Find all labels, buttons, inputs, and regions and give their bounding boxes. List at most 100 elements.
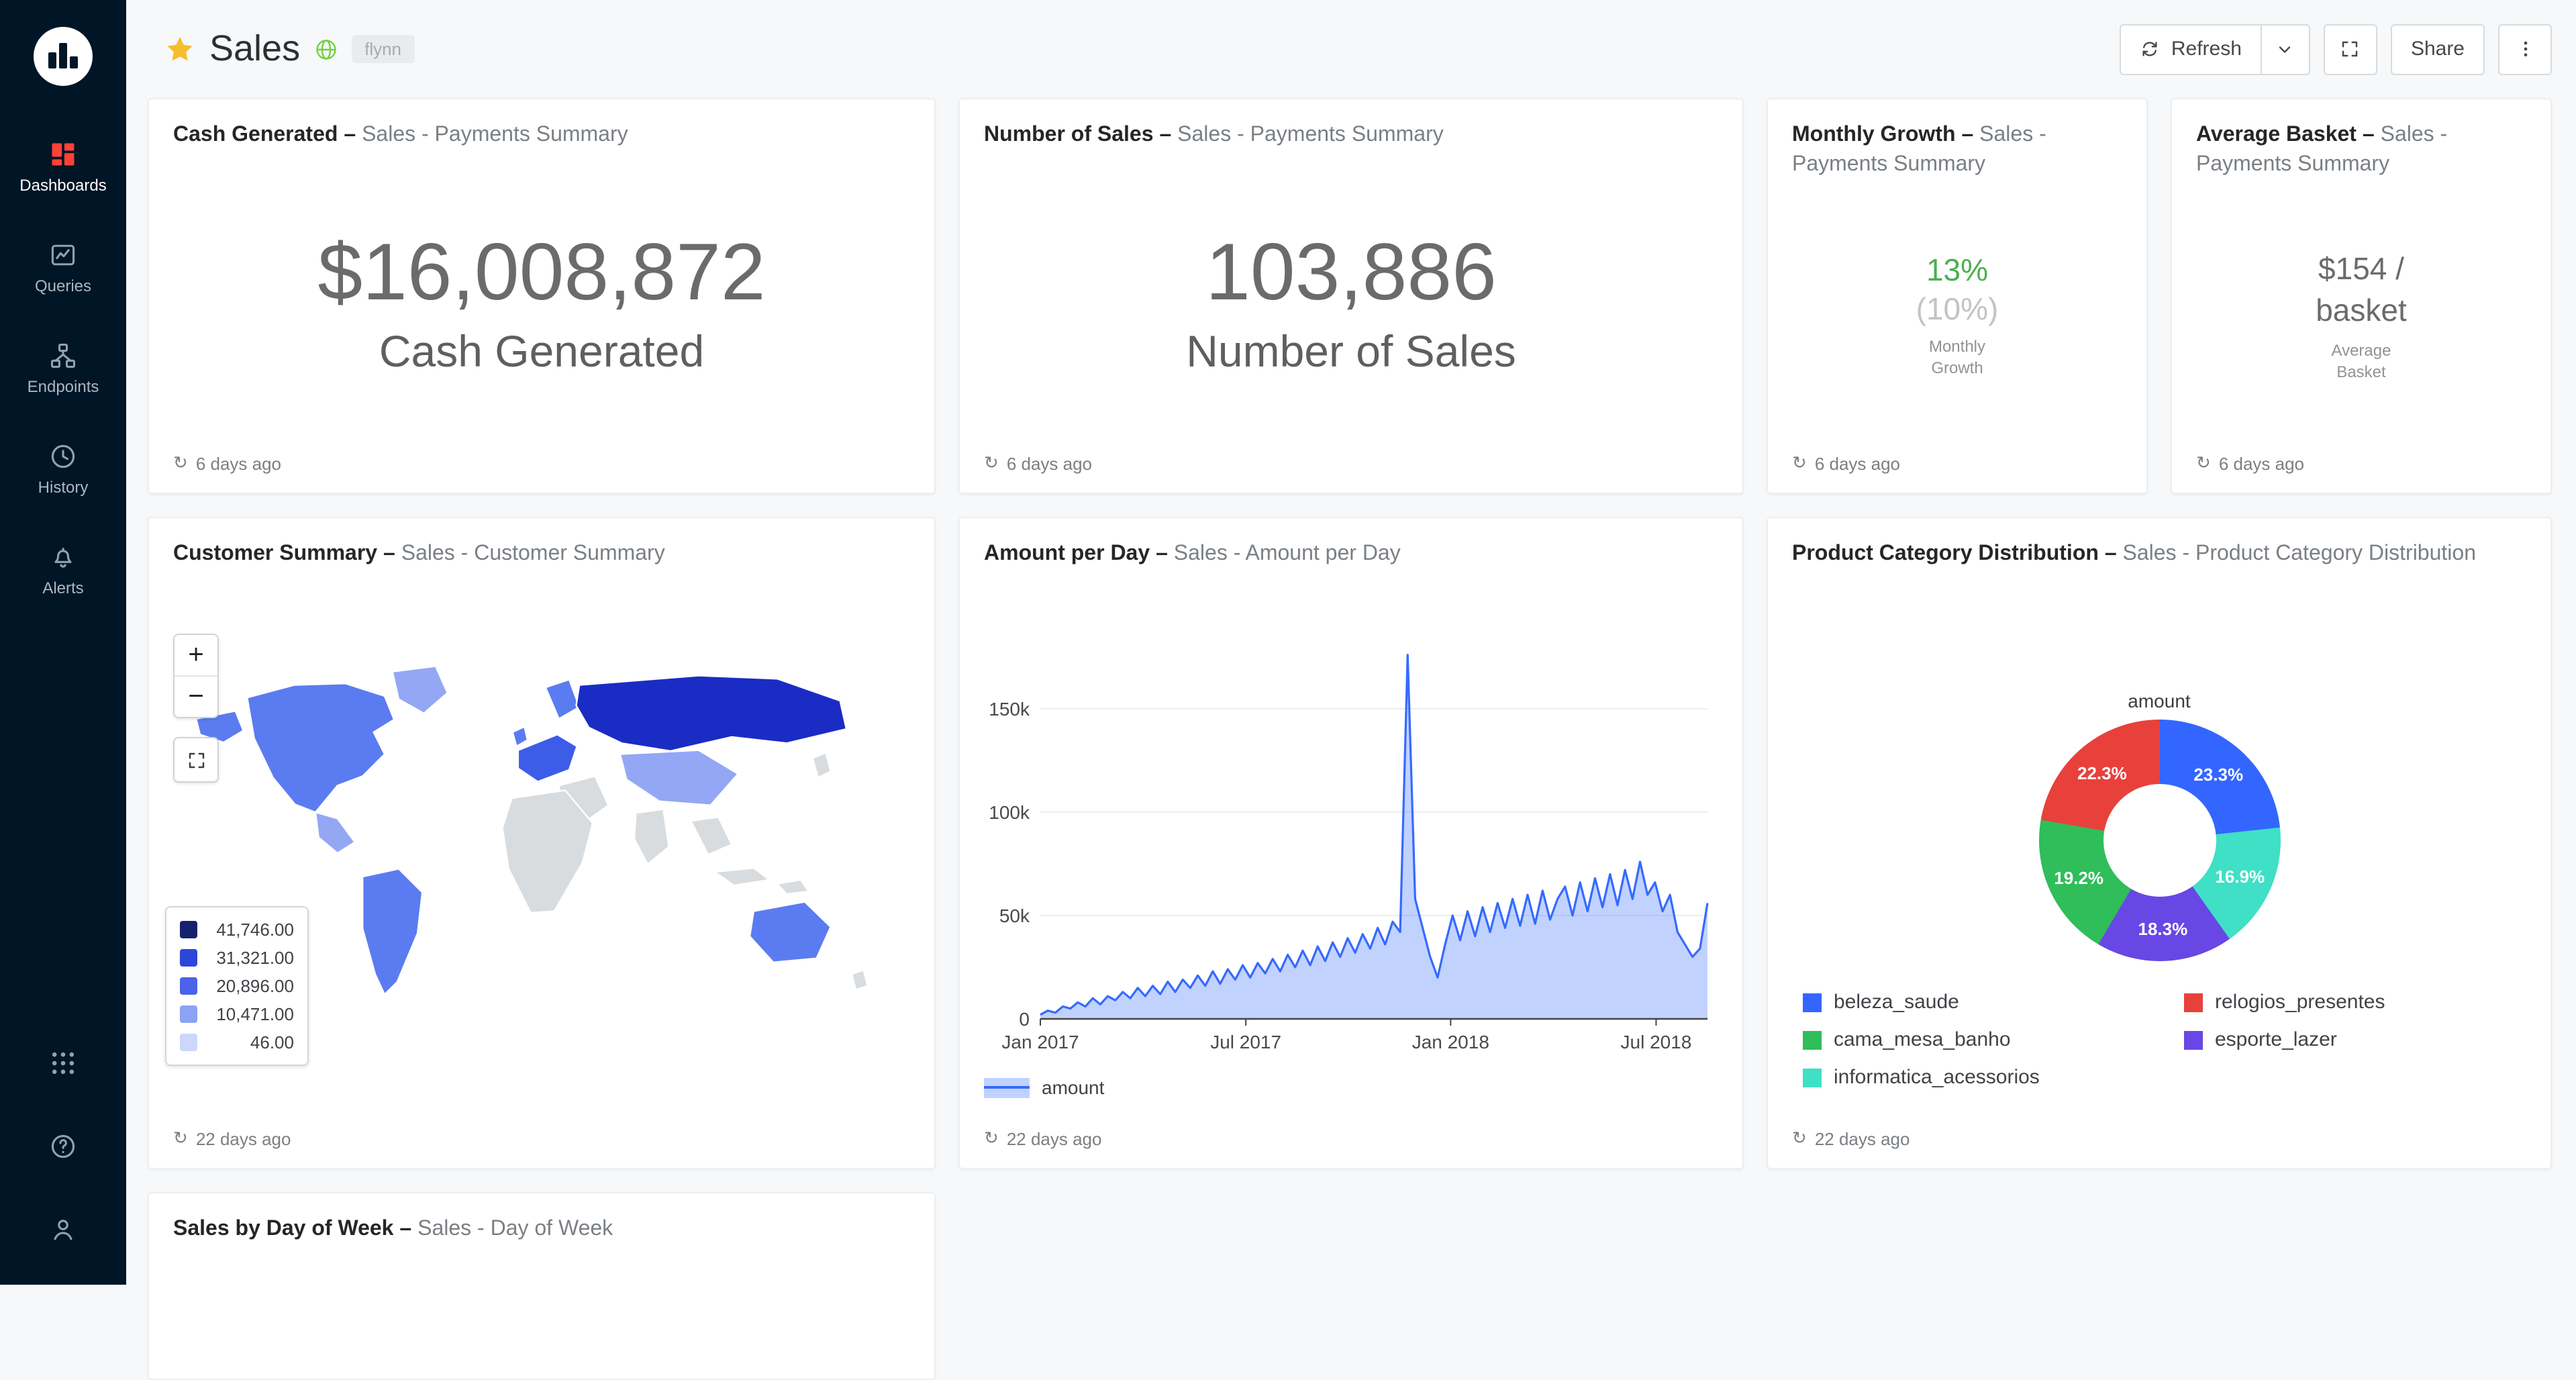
widget-title[interactable]: Monthly Growth – Sales - Payments Summar… [1768,99,2146,179]
widget-card-average-basket: Average Basket – Sales - Payments Summar… [2171,98,2552,494]
donut-legend-item[interactable]: beleza_saude [1803,991,2040,1014]
legend-label: amount [1042,1077,1104,1098]
refresh-mini-icon: ↻ [173,452,188,474]
map-legend-row: 31,321.00 [180,948,294,968]
widget-card-monthly-growth: Monthly Growth – Sales - Payments Summar… [1767,98,2148,494]
queries-icon [48,240,78,270]
sidebar-item-queries[interactable]: Queries [0,240,126,295]
widget-title[interactable]: Customer Summary – Sales - Customer Summ… [149,518,934,569]
counter-label: Monthly Growth [1910,336,2004,379]
widget-updated: ↻ 6 days ago [2196,452,2304,474]
help-icon[interactable] [48,1132,78,1161]
expand-icon [2340,39,2361,59]
legend-swatch [2184,1030,2203,1049]
donut-slice-label: 19.2% [2054,867,2103,887]
widget-title[interactable]: Product Category Distribution – Sales - … [1768,518,2550,569]
svg-text:Jul 2017: Jul 2017 [1210,1032,1281,1052]
apps-grid-icon[interactable] [48,1048,78,1078]
widget-title[interactable]: Amount per Day – Sales - Amount per Day [960,518,1742,569]
donut-legend-column-2: relogios_presentes esporte_lazer [2184,991,2385,1051]
refresh-dropdown-button[interactable] [2262,23,2310,75]
legend-swatch [2184,993,2203,1012]
sidebar-item-alerts[interactable]: Alerts [0,542,126,597]
map-legend-row: 20,896.00 [180,976,294,996]
fullscreen-button[interactable] [2324,23,2377,75]
dashboards-icon [48,140,78,169]
donut-legend-item[interactable]: esporte_lazer [2184,1028,2385,1051]
owner-tag[interactable]: flynn [351,35,415,63]
counter-value: $154 / basket [2287,248,2435,332]
share-button-label: Share [2411,38,2465,60]
legend-swatch [1803,1030,1822,1049]
widget-card-cash-generated: Cash Generated – Sales - Payments Summar… [148,98,936,494]
zoom-in-button[interactable]: + [175,635,217,675]
legend-swatch [984,1077,1030,1097]
app-window: Dashboards Queries Endpoints History [0,0,2576,1285]
amount-per-day-chart[interactable]: 050k100k150kJan 2017Jul 2017Jan 2018Jul … [979,609,1724,1059]
alerts-icon [48,542,78,572]
donut-legend-item[interactable]: cama_mesa_banho [1803,1028,2040,1051]
legend-swatch [180,921,197,938]
widget-card-number-of-sales: Number of Sales – Sales - Payments Summa… [958,98,1744,494]
sidebar-item-label: Dashboards [19,176,106,195]
widget-updated: ↻ 6 days ago [173,452,281,474]
legend-label: relogios_presentes [2215,991,2385,1014]
svg-text:Jan 2017: Jan 2017 [1001,1032,1079,1052]
favorite-star-icon[interactable] [164,33,196,65]
counter: $16,008,872 Cash Generated [149,150,934,493]
map-fullscreen-button[interactable] [173,737,219,783]
app-logo-icon[interactable] [31,24,95,89]
donut-chart[interactable]: 23.3%16.9%18.3%19.2%22.3% [2038,720,2280,961]
donut-chart-title: amount [1768,690,2550,711]
profile-icon[interactable] [48,1215,78,1244]
counter: 103,886 Number of Sales [960,150,1742,493]
map-legend-row: 10,471.00 [180,1004,294,1024]
map-legend-row: 46.00 [180,1032,294,1052]
refresh-button[interactable]: Refresh [2120,23,2262,75]
donut-legend-item[interactable]: informatica_acessorios [1803,1066,2040,1089]
widget-title[interactable]: Cash Generated – Sales - Payments Summar… [149,99,934,150]
counter-value: $16,008,872 [317,226,765,318]
svg-text:100k: 100k [989,802,1030,823]
legend-swatch [180,949,197,967]
refresh-button-label: Refresh [2171,38,2242,60]
dashboard-title: Sales [209,28,300,70]
sidebar-item-label: Endpoints [28,377,99,396]
refresh-mini-icon: ↻ [1792,1128,1807,1149]
widgets-row-2: Customer Summary – Sales - Customer Summ… [148,517,2552,1169]
expand-icon [186,750,206,770]
widget-title[interactable]: Average Basket – Sales - Payments Summar… [2172,99,2550,179]
donut-legend-column-1: beleza_saude cama_mesa_banho informatica… [1803,991,2040,1089]
sidebar-bottom [48,1048,78,1244]
donut-hole [2103,784,2216,897]
legend-swatch [1803,993,1822,1012]
widget-updated: ↻ 22 days ago [1792,1128,1910,1149]
map-zoom-controls: + − [173,634,219,783]
svg-text:Jan 2018: Jan 2018 [1412,1032,1489,1052]
zoom-out-button[interactable]: − [175,675,217,717]
widget-title[interactable]: Number of Sales – Sales - Payments Summa… [960,99,1742,150]
chart-legend-item-amount[interactable]: amount [984,1077,1104,1098]
share-button[interactable]: Share [2391,23,2485,75]
sidebar-item-endpoints[interactable]: Endpoints [0,341,126,396]
counter: $154 / basket Average Basket [2172,179,2550,493]
chevron-down-icon [2276,40,2295,58]
svg-text:Jul 2018: Jul 2018 [1621,1032,1692,1052]
legend-label: informatica_acessorios [1834,1066,2040,1089]
widget-card-amount-per-day: Amount per Day – Sales - Amount per Day … [958,517,1744,1169]
sidebar-item-dashboards[interactable]: Dashboards [0,140,126,195]
counter-label: Cash Generated [379,326,704,377]
widget-card-product-category-distribution: Product Category Distribution – Sales - … [1767,517,2552,1169]
svg-text:50k: 50k [999,905,1030,926]
sidebar-item-history[interactable]: History [0,442,126,497]
widget-card-sales-by-day-of-week: Sales by Day of Week – Sales - Day of We… [148,1192,936,1380]
refresh-split-button: Refresh [2120,23,2310,75]
counter-value: 103,886 [1205,226,1497,318]
legend-swatch [1803,1068,1822,1087]
page-header: Sales flynn Refresh [126,0,2576,98]
more-menu-button[interactable] [2498,23,2552,75]
legend-swatch [180,1005,197,1023]
widget-title[interactable]: Sales by Day of Week – Sales - Day of We… [149,1193,934,1244]
donut-legend-item[interactable]: relogios_presentes [2184,991,2385,1014]
map-legend-row: 41,746.00 [180,920,294,940]
